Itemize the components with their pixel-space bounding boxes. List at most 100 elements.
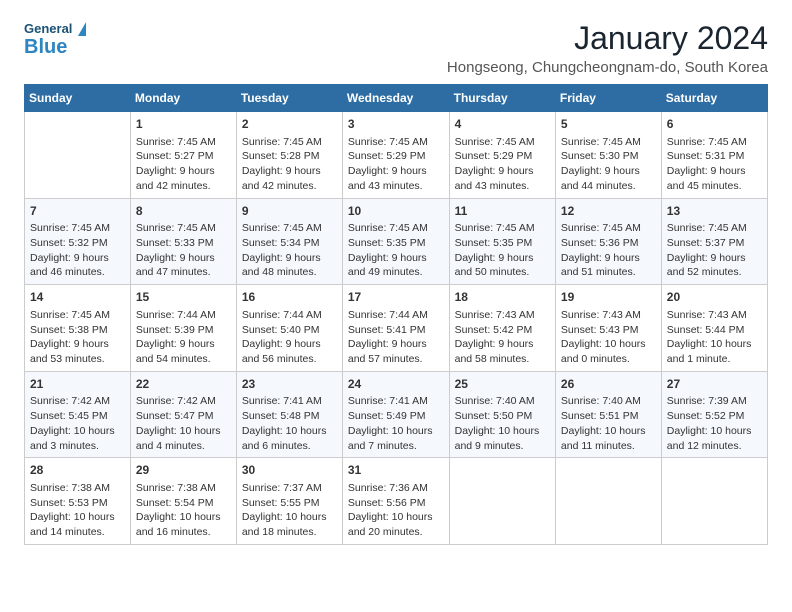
day-info: Sunrise: 7:44 AM Sunset: 5:41 PM Dayligh…	[348, 308, 444, 367]
day-info: Sunrise: 7:45 AM Sunset: 5:35 PM Dayligh…	[348, 221, 444, 280]
day-info: Sunrise: 7:44 AM Sunset: 5:39 PM Dayligh…	[136, 308, 231, 367]
logo-blue: Blue	[24, 35, 86, 59]
calendar-week-row: 21Sunrise: 7:42 AM Sunset: 5:45 PM Dayli…	[25, 371, 768, 458]
calendar-day-cell: 31 Sunrise: 7:36 AM Sunset: 5:56 PM Dayli…	[342, 458, 449, 545]
day-info: Sunrise: 7:42 AM Sunset: 5:47 PM Dayligh…	[136, 394, 231, 453]
day-number: 2	[242, 116, 337, 133]
calendar-day-cell: 27Sunrise: 7:39 AM Sunset: 5:52 PM Dayli…	[661, 371, 767, 458]
day-info: Sunrise: 7:45 AM Sunset: 5:37 PM Dayligh…	[667, 221, 762, 280]
day-number: 11	[455, 203, 550, 220]
day-number: 9	[242, 203, 337, 220]
day-number: 14	[30, 289, 125, 306]
day-number: 16	[242, 289, 337, 306]
calendar-day-cell: 16 Sunrise: 7:44 AM Sunset: 5:40 PM Dayli…	[236, 285, 342, 372]
calendar-day-cell	[661, 458, 767, 545]
calendar: SundayMondayTuesdayWednesdayThursdayFrid…	[24, 84, 768, 545]
calendar-day-cell: 23Sunrise: 7:41 AM Sunset: 5:48 PM Dayli…	[236, 371, 342, 458]
day-info: Sunrise: 7:39 AM Sunset: 5:52 PM Dayligh…	[667, 394, 762, 453]
day-number: 1	[136, 116, 231, 133]
day-number: 31	[348, 462, 444, 479]
calendar-day-cell: 11Sunrise: 7:45 AM Sunset: 5:35 PM Dayli…	[449, 198, 555, 285]
calendar-day-cell: 2 Sunrise: 7:45 AM Sunset: 5:28 PM Daylig…	[236, 112, 342, 199]
calendar-day-cell: 30 Sunrise: 7:37 AM Sunset: 5:55 PM Dayli…	[236, 458, 342, 545]
month-year: January 2024	[447, 20, 768, 57]
day-number: 18	[455, 289, 550, 306]
calendar-day-cell: 25Sunrise: 7:40 AM Sunset: 5:50 PM Dayli…	[449, 371, 555, 458]
calendar-day-cell: 20Sunrise: 7:43 AM Sunset: 5:44 PM Dayli…	[661, 285, 767, 372]
day-number: 27	[667, 376, 762, 393]
day-info: Sunrise: 7:38 AM Sunset: 5:53 PM Dayligh…	[30, 481, 125, 540]
calendar-day-cell: 7Sunrise: 7:45 AM Sunset: 5:32 PM Daylig…	[25, 198, 131, 285]
calendar-day-cell: 28 Sunrise: 7:38 AM Sunset: 5:53 PM Dayli…	[25, 458, 131, 545]
day-info: Sunrise: 7:41 AM Sunset: 5:49 PM Dayligh…	[348, 394, 444, 453]
day-number: 26	[561, 376, 656, 393]
day-number: 13	[667, 203, 762, 220]
day-number: 7	[30, 203, 125, 220]
day-of-week-header: Saturday	[661, 85, 767, 112]
day-number: 21	[30, 376, 125, 393]
day-info: Sunrise: 7:36 AM Sunset: 5:56 PM Dayligh…	[348, 481, 444, 540]
day-info: Sunrise: 7:45 AM Sunset: 5:36 PM Dayligh…	[561, 221, 656, 280]
day-number: 29	[136, 462, 231, 479]
calendar-day-cell: 10Sunrise: 7:45 AM Sunset: 5:35 PM Dayli…	[342, 198, 449, 285]
calendar-day-cell: 22Sunrise: 7:42 AM Sunset: 5:47 PM Dayli…	[130, 371, 236, 458]
calendar-day-cell: 21Sunrise: 7:42 AM Sunset: 5:45 PM Dayli…	[25, 371, 131, 458]
calendar-week-row: 1Sunrise: 7:45 AM Sunset: 5:27 PM Daylig…	[25, 112, 768, 199]
calendar-week-row: 14Sunrise: 7:45 AM Sunset: 5:38 PM Dayli…	[25, 285, 768, 372]
day-number: 19	[561, 289, 656, 306]
day-info: Sunrise: 7:45 AM Sunset: 5:30 PM Dayligh…	[561, 135, 656, 194]
day-info: Sunrise: 7:44 AM Sunset: 5:40 PM Dayligh…	[242, 308, 337, 367]
day-info: Sunrise: 7:42 AM Sunset: 5:45 PM Dayligh…	[30, 394, 125, 453]
day-number: 6	[667, 116, 762, 133]
day-number: 17	[348, 289, 444, 306]
day-info: Sunrise: 7:45 AM Sunset: 5:33 PM Dayligh…	[136, 221, 231, 280]
day-number: 5	[561, 116, 656, 133]
calendar-day-cell	[555, 458, 661, 545]
day-number: 28	[30, 462, 125, 479]
day-number: 4	[455, 116, 550, 133]
day-number: 3	[348, 116, 444, 133]
calendar-day-cell: 13Sunrise: 7:45 AM Sunset: 5:37 PM Dayli…	[661, 198, 767, 285]
calendar-day-cell: 29 Sunrise: 7:38 AM Sunset: 5:54 PM Dayli…	[130, 458, 236, 545]
title-section: January 2024 Hongseong, Chungcheongnam-d…	[447, 20, 768, 76]
day-info: Sunrise: 7:43 AM Sunset: 5:43 PM Dayligh…	[561, 308, 656, 367]
day-of-week-header: Tuesday	[236, 85, 342, 112]
calendar-day-cell: 26Sunrise: 7:40 AM Sunset: 5:51 PM Dayli…	[555, 371, 661, 458]
day-of-week-header: Friday	[555, 85, 661, 112]
day-info: Sunrise: 7:38 AM Sunset: 5:54 PM Dayligh…	[136, 481, 231, 540]
day-number: 25	[455, 376, 550, 393]
day-number: 8	[136, 203, 231, 220]
calendar-day-cell: 9Sunrise: 7:45 AM Sunset: 5:34 PM Daylig…	[236, 198, 342, 285]
location: Hongseong, Chungcheongnam-do, South Kore…	[447, 59, 768, 76]
day-info: Sunrise: 7:40 AM Sunset: 5:50 PM Dayligh…	[455, 394, 550, 453]
day-info: Sunrise: 7:45 AM Sunset: 5:28 PM Dayligh…	[242, 135, 337, 194]
logo-general: General	[24, 21, 72, 36]
calendar-day-cell: 18 Sunrise: 7:43 AM Sunset: 5:42 PM Dayli…	[449, 285, 555, 372]
calendar-day-cell: 15Sunrise: 7:44 AM Sunset: 5:39 PM Dayli…	[130, 285, 236, 372]
calendar-day-cell: 12Sunrise: 7:45 AM Sunset: 5:36 PM Dayli…	[555, 198, 661, 285]
calendar-day-cell: 1Sunrise: 7:45 AM Sunset: 5:27 PM Daylig…	[130, 112, 236, 199]
calendar-week-row: 7Sunrise: 7:45 AM Sunset: 5:32 PM Daylig…	[25, 198, 768, 285]
day-info: Sunrise: 7:40 AM Sunset: 5:51 PM Dayligh…	[561, 394, 656, 453]
day-number: 12	[561, 203, 656, 220]
day-number: 30	[242, 462, 337, 479]
day-info: Sunrise: 7:37 AM Sunset: 5:55 PM Dayligh…	[242, 481, 337, 540]
day-of-week-header: Thursday	[449, 85, 555, 112]
day-of-week-header: Sunday	[25, 85, 131, 112]
calendar-day-cell	[25, 112, 131, 199]
day-info: Sunrise: 7:43 AM Sunset: 5:42 PM Dayligh…	[455, 308, 550, 367]
day-of-week-header: Monday	[130, 85, 236, 112]
day-number: 24	[348, 376, 444, 393]
day-number: 10	[348, 203, 444, 220]
calendar-day-cell: 17 Sunrise: 7:44 AM Sunset: 5:41 PM Dayli…	[342, 285, 449, 372]
logo: General Blue	[24, 20, 86, 59]
calendar-day-cell: 6 Sunrise: 7:45 AM Sunset: 5:31 PM Daylig…	[661, 112, 767, 199]
day-info: Sunrise: 7:45 AM Sunset: 5:35 PM Dayligh…	[455, 221, 550, 280]
calendar-day-cell: 5 Sunrise: 7:45 AM Sunset: 5:30 PM Daylig…	[555, 112, 661, 199]
day-info: Sunrise: 7:41 AM Sunset: 5:48 PM Dayligh…	[242, 394, 337, 453]
calendar-day-cell: 3Sunrise: 7:45 AM Sunset: 5:29 PM Daylig…	[342, 112, 449, 199]
day-info: Sunrise: 7:45 AM Sunset: 5:31 PM Dayligh…	[667, 135, 762, 194]
calendar-day-cell	[449, 458, 555, 545]
day-info: Sunrise: 7:43 AM Sunset: 5:44 PM Dayligh…	[667, 308, 762, 367]
day-of-week-header: Wednesday	[342, 85, 449, 112]
